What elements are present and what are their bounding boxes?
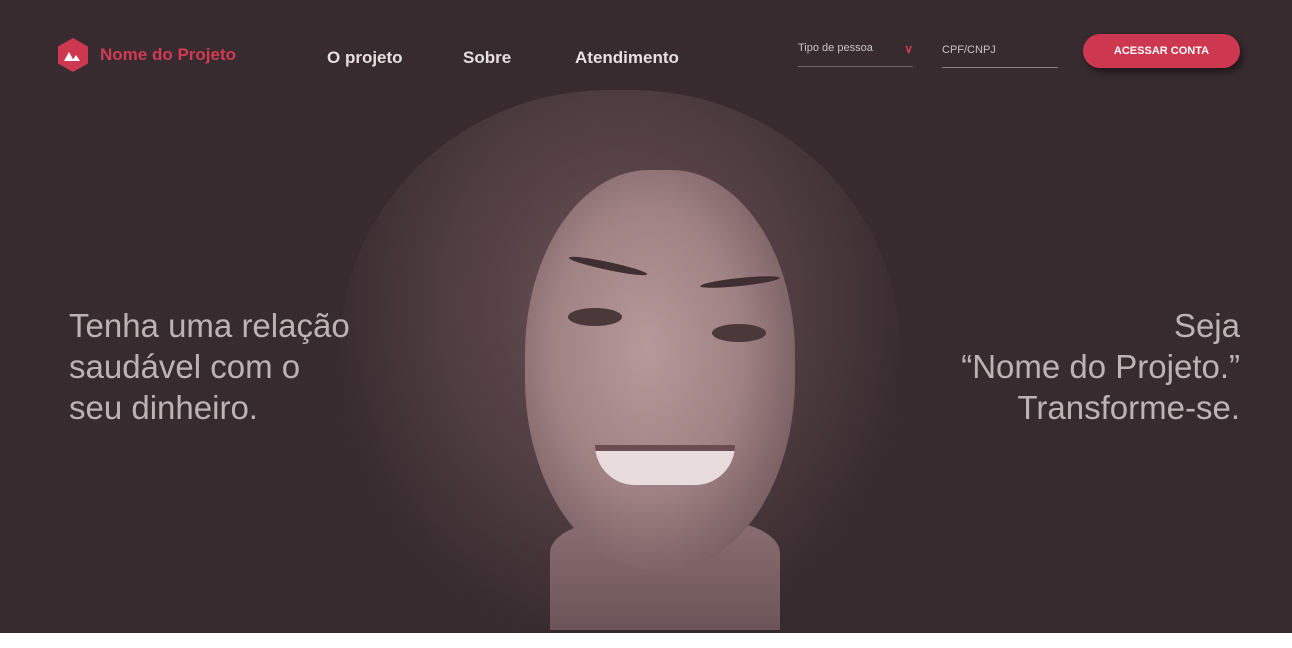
photo-eye	[712, 324, 766, 342]
photo-smile	[595, 445, 735, 485]
cpf-cnpj-input[interactable]	[942, 42, 1058, 68]
hero-tagline-right: Seja “Nome do Projeto.” Transforme-se.	[961, 305, 1240, 428]
tagline-line: Seja	[1173, 307, 1240, 344]
nav-sobre[interactable]: Sobre	[463, 48, 511, 68]
tagline-line: seu dinheiro.	[69, 389, 258, 426]
hero-tagline-left: Tenha uma relação saudável com o seu din…	[69, 305, 350, 428]
tagline-line: Tenha uma relação	[69, 307, 350, 344]
nav-o-projeto[interactable]: O projeto	[327, 48, 403, 68]
logo[interactable]: Nome do Projeto	[58, 38, 236, 72]
hero-section: Nome do Projeto O projeto Sobre Atendime…	[0, 0, 1292, 633]
chevron-down-icon: ∨	[904, 42, 913, 56]
header: Nome do Projeto O projeto Sobre Atendime…	[0, 0, 1292, 100]
brand-name: Nome do Projeto	[100, 45, 237, 64]
photo-face	[525, 170, 795, 570]
nav-atendimento[interactable]: Atendimento	[575, 48, 679, 68]
tagline-line: “Nome do Projeto.”	[961, 348, 1240, 385]
tipo-pessoa-select[interactable]: Tipo de pessoa ∨	[798, 42, 913, 67]
tagline-line: saudável com o	[69, 348, 301, 385]
select-label: Tipo de pessoa	[798, 42, 873, 54]
photo-eye	[568, 308, 622, 326]
acessar-conta-button[interactable]: ACESSAR CONTA	[1083, 34, 1240, 68]
logo-mountain-icon	[58, 38, 88, 72]
tagline-line: Transforme-se.	[1017, 389, 1241, 426]
hero-photo-woman	[300, 70, 960, 630]
